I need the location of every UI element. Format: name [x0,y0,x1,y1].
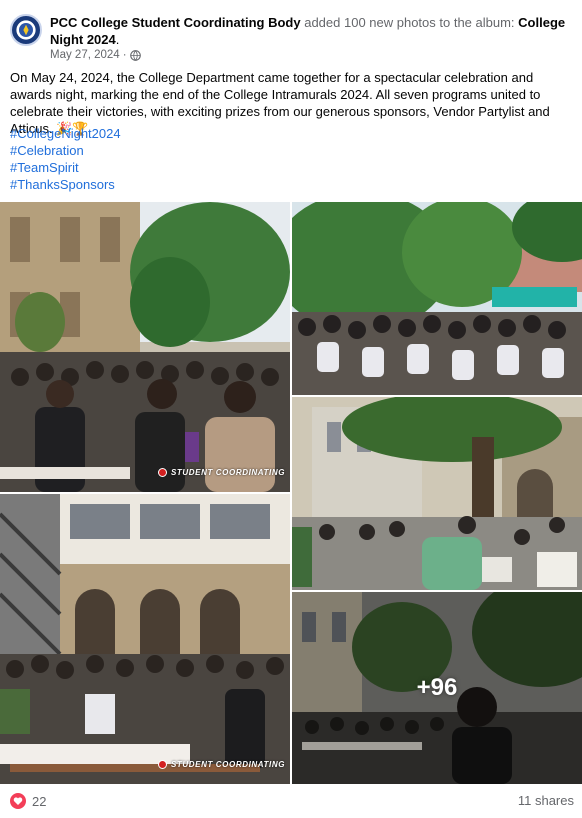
hashtag-list: #CollegeNight2024 #Celebration #TeamSpir… [10,125,121,193]
album-photo-2[interactable] [292,202,582,395]
post-meta: May 27, 2024 · [50,49,141,61]
post-date[interactable]: May 27, 2024 [50,49,120,61]
album-suffix: . [115,32,120,47]
meta-separator: · [122,49,127,61]
post-title: PCC College Student Coordinating Body ad… [50,14,570,48]
post-action-text: added 100 new photos to the album: [300,15,519,30]
watermark-text: STUDENT COORDINATING [171,760,286,769]
album-photo-4[interactable]: STUDENT COORDINATING [0,494,290,784]
globe-icon [129,49,141,61]
page-avatar[interactable] [10,14,42,46]
photo-watermark: STUDENT COORDINATING [158,468,285,477]
post-footer: 22 11 shares [10,791,574,811]
reaction-count: 22 [32,793,47,809]
shares-count[interactable]: 11 shares [518,793,574,808]
photo-watermark: STUDENT COORDINATING [158,760,285,769]
reactions-summary[interactable]: 22 [10,793,46,809]
hashtag-link[interactable]: #TeamSpirit [10,159,121,176]
more-photos-overlay[interactable]: +96 [292,592,582,784]
page-name-link[interactable]: PCC College Student Coordinating Body [50,15,301,30]
hashtag-link[interactable]: #CollegeNight2024 [10,125,121,142]
more-photos-count: +96 [416,674,458,701]
watermark-logo-icon [158,468,167,477]
watermark-text: STUDENT COORDINATING [171,468,286,477]
hashtag-link[interactable]: #ThanksSponsors [10,176,121,193]
watermark-logo-icon [158,760,167,769]
post-header: PCC College Student Coordinating Body ad… [10,12,575,64]
album-photo-3[interactable] [292,397,582,590]
hashtag-link[interactable]: #Celebration [10,142,121,159]
album-photo-5-more[interactable]: +96 [292,592,582,784]
album-photo-1[interactable]: STUDENT COORDINATING [0,202,290,492]
heart-icon [10,793,26,809]
